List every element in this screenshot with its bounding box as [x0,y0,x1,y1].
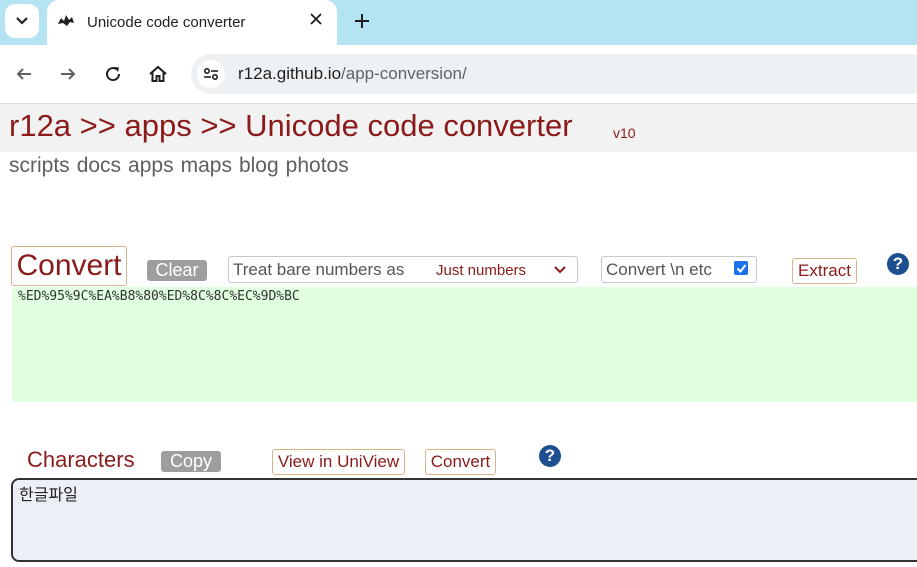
site-info-icon [203,67,219,81]
home-button[interactable] [144,60,172,88]
tab-search-button[interactable] [5,4,39,38]
view-in-uniview-button[interactable]: View in UniView [272,449,405,475]
check-icon [736,263,746,273]
page-header: r12a >> apps >> Unicode code converter v… [0,104,917,152]
plus-icon [355,14,369,28]
version-label: v10 [613,125,636,141]
new-tab-button[interactable] [351,10,373,32]
nav-link-apps[interactable]: apps [128,154,174,177]
tab-title: Unicode code converter [87,14,246,31]
close-icon [310,13,322,25]
forward-icon [61,68,76,80]
characters-heading: Characters [27,447,135,472]
reload-icon [106,67,121,82]
nav-link-scripts[interactable]: scripts [9,154,70,177]
nav-link-maps[interactable]: maps [181,154,232,177]
tab-strip: Unicode code converter [0,0,917,45]
browser-toolbar: r12a.github.io/app-conversion/ [0,45,917,104]
bare-numbers-value: Just numbers [436,262,527,279]
site-info-button[interactable] [197,60,225,88]
close-tab-button[interactable] [307,10,325,28]
url-host: r12a.github.io [238,64,342,83]
active-tab[interactable]: Unicode code converter [47,0,337,45]
site-nav: scripts docs apps maps blog photos [9,154,356,178]
page-title: r12a >> apps >> Unicode code converter [9,108,573,143]
convert-escapes-option: Convert \n etc [601,256,757,283]
characters-textarea[interactable]: 한글파일 [11,478,917,562]
nav-link-blog[interactable]: blog [239,154,279,177]
url-text: r12a.github.io/app-conversion/ [238,64,467,84]
favicon-icon [58,15,74,26]
clear-button[interactable]: Clear [147,260,207,281]
characters-convert-button[interactable]: Convert [425,449,496,475]
home-icon [149,65,167,82]
nav-link-docs[interactable]: docs [77,154,121,177]
characters-help-icon[interactable]: ? [539,445,561,467]
bare-numbers-select[interactable]: Treat bare numbers as Just numbers [228,256,578,283]
help-icon[interactable]: ? [887,253,909,275]
url-path: /app-conversion/ [341,64,467,83]
address-bar[interactable]: r12a.github.io/app-conversion/ [191,54,917,94]
nav-link-photos[interactable]: photos [286,154,349,177]
back-button[interactable] [10,60,38,88]
chevron-down-icon [554,266,566,274]
copy-button[interactable]: Copy [161,451,221,472]
back-icon [16,68,31,80]
reload-button[interactable] [99,60,127,88]
extract-button[interactable]: Extract [792,258,857,284]
convert-button[interactable]: Convert [11,246,127,286]
convert-escapes-label: Convert \n etc [606,260,712,279]
convert-escapes-checkbox[interactable] [734,261,748,275]
chevron-down-icon [16,17,28,25]
forward-button[interactable] [54,60,82,88]
bare-numbers-label: Treat bare numbers as [233,260,405,279]
codes-textarea[interactable]: %ED%95%9C%EA%B8%80%ED%8C%8C%EC%9D%BC [12,287,917,402]
